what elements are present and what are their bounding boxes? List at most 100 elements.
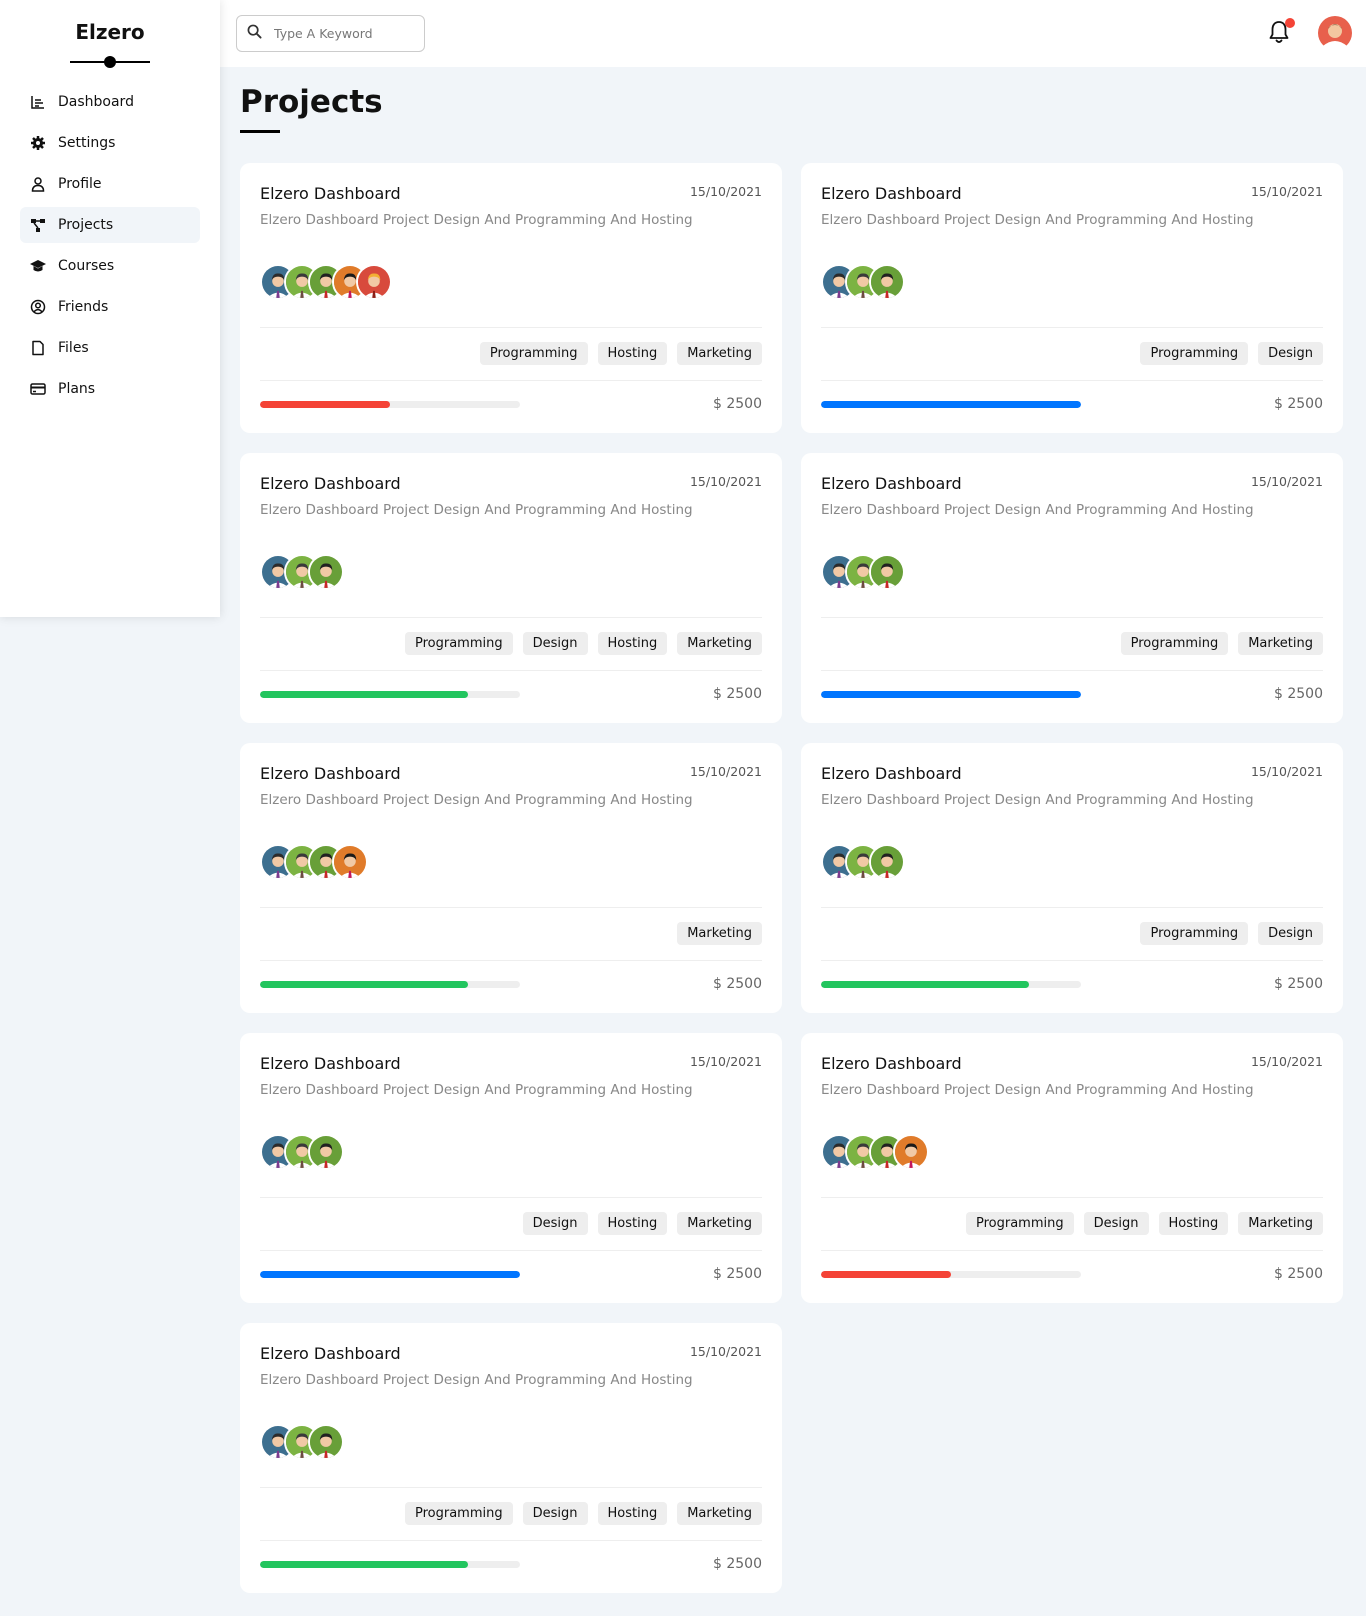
project-card[interactable]: Elzero Dashboard 15/10/2021 Elzero Dashboa…	[240, 1033, 782, 1303]
notification-badge	[1285, 18, 1295, 28]
project-card[interactable]: Elzero Dashboard 15/10/2021 Elzero Dashboa…	[801, 743, 1343, 1013]
project-tags: Programming Design	[1140, 922, 1323, 945]
sidebar-item-profile[interactable]: Profile	[20, 166, 200, 202]
team-member-avatar[interactable]	[356, 264, 392, 300]
topbar	[220, 0, 1366, 67]
project-tags: Programming Marketing	[1120, 632, 1323, 655]
progress-fill	[821, 981, 1029, 988]
project-price: $ 2500	[1274, 976, 1323, 992]
project-card[interactable]: Elzero Dashboard 15/10/2021 Elzero Dashboa…	[240, 453, 782, 723]
project-progress	[821, 691, 1081, 698]
project-tag: Hosting	[597, 1502, 668, 1525]
team-member-avatar[interactable]	[869, 264, 905, 300]
project-tags: Design Hosting Marketing	[522, 1212, 762, 1235]
project-title: Elzero Dashboard	[821, 184, 962, 203]
project-card[interactable]: Elzero Dashboard 15/10/2021 Elzero Dashboa…	[240, 163, 782, 433]
file-icon	[30, 340, 46, 356]
search-input[interactable]	[274, 26, 414, 41]
team-member-avatar[interactable]	[869, 554, 905, 590]
team-member-avatar[interactable]	[308, 554, 344, 590]
notification-button[interactable]	[1267, 18, 1295, 45]
user-avatar[interactable]	[1318, 16, 1352, 50]
project-team	[821, 554, 1323, 592]
divider	[821, 907, 1323, 908]
project-tag: Hosting	[597, 342, 668, 365]
project-tag: Marketing	[677, 342, 762, 365]
graduation-cap-icon	[30, 258, 46, 274]
project-tag: Design	[1258, 922, 1323, 945]
project-price: $ 2500	[1274, 396, 1323, 412]
divider	[821, 617, 1323, 618]
sidebar-item-dashboard[interactable]: Dashboard	[20, 84, 200, 120]
project-progress	[260, 1271, 520, 1278]
project-description: Elzero Dashboard Project Design And Prog…	[821, 792, 1254, 808]
project-team	[260, 264, 762, 302]
project-card[interactable]: Elzero Dashboard 15/10/2021 Elzero Dashboa…	[801, 163, 1343, 433]
project-title: Elzero Dashboard	[260, 184, 401, 203]
project-card[interactable]: Elzero Dashboard 15/10/2021 Elzero Dashboa…	[801, 1033, 1343, 1303]
project-title: Elzero Dashboard	[260, 474, 401, 493]
sidebar-item-label: Friends	[58, 299, 109, 315]
title-underline	[240, 130, 280, 133]
search-box[interactable]	[236, 15, 425, 52]
sidebar-item-settings[interactable]: Settings	[20, 125, 200, 161]
project-tags: Marketing	[677, 922, 762, 945]
project-tag: Design	[1083, 1212, 1149, 1235]
project-tag: Hosting	[1158, 1212, 1229, 1235]
project-team	[260, 844, 762, 882]
divider	[260, 670, 762, 671]
search-icon	[247, 24, 262, 43]
project-tag: Programming	[1140, 342, 1249, 365]
project-date: 15/10/2021	[1250, 184, 1323, 199]
project-description: Elzero Dashboard Project Design And Prog…	[260, 1082, 693, 1098]
sidebar-item-label: Files	[58, 340, 89, 356]
project-date: 15/10/2021	[689, 1054, 762, 1069]
project-description: Elzero Dashboard Project Design And Prog…	[821, 1082, 1254, 1098]
sidebar-item-friends[interactable]: Friends	[20, 289, 200, 325]
sidebar-item-projects[interactable]: Projects	[20, 207, 200, 243]
project-tag: Design	[522, 1502, 588, 1525]
team-member-avatar[interactable]	[308, 1134, 344, 1170]
project-date: 15/10/2021	[689, 474, 762, 489]
project-tags: Programming Design Hosting Marketing	[404, 1502, 762, 1525]
project-price: $ 2500	[713, 976, 762, 992]
progress-fill	[260, 1561, 468, 1568]
project-price: $ 2500	[713, 1556, 762, 1572]
sidebar-item-label: Projects	[58, 217, 114, 233]
team-member-avatar[interactable]	[308, 1424, 344, 1460]
divider	[821, 1197, 1323, 1198]
project-progress	[260, 691, 520, 698]
divider	[260, 1540, 762, 1541]
sidebar-item-label: Plans	[58, 381, 96, 397]
project-title: Elzero Dashboard	[260, 1344, 401, 1363]
project-card[interactable]: Elzero Dashboard 15/10/2021 Elzero Dashboa…	[240, 1323, 782, 1593]
project-tag: Marketing	[677, 1212, 762, 1235]
project-team	[821, 1134, 1323, 1172]
divider	[260, 907, 762, 908]
project-tag: Programming	[965, 1212, 1074, 1235]
team-member-avatar[interactable]	[893, 1134, 929, 1170]
sidebar-item-courses[interactable]: Courses	[20, 248, 200, 284]
team-member-avatar[interactable]	[869, 844, 905, 880]
project-progress	[821, 981, 1081, 988]
divider	[821, 380, 1323, 381]
team-member-avatar[interactable]	[332, 844, 368, 880]
page-title: Projects	[240, 84, 383, 120]
project-team	[821, 264, 1323, 302]
project-team	[260, 554, 762, 592]
project-tag: Design	[1258, 342, 1323, 365]
project-tag: Hosting	[597, 1212, 668, 1235]
divider	[260, 1197, 762, 1198]
bell-icon	[1267, 21, 1291, 49]
project-card[interactable]: Elzero Dashboard 15/10/2021 Elzero Dashboa…	[801, 453, 1343, 723]
project-card[interactable]: Elzero Dashboard 15/10/2021 Elzero Dashboa…	[240, 743, 782, 1013]
project-title: Elzero Dashboard	[821, 474, 962, 493]
progress-fill	[821, 1271, 951, 1278]
project-description: Elzero Dashboard Project Design And Prog…	[821, 212, 1254, 228]
sidebar-item-files[interactable]: Files	[20, 330, 200, 366]
project-title: Elzero Dashboard	[821, 1054, 962, 1073]
divider	[260, 960, 762, 961]
sidebar-item-plans[interactable]: Plans	[20, 371, 200, 407]
project-progress	[260, 981, 520, 988]
chart-icon	[30, 94, 46, 110]
